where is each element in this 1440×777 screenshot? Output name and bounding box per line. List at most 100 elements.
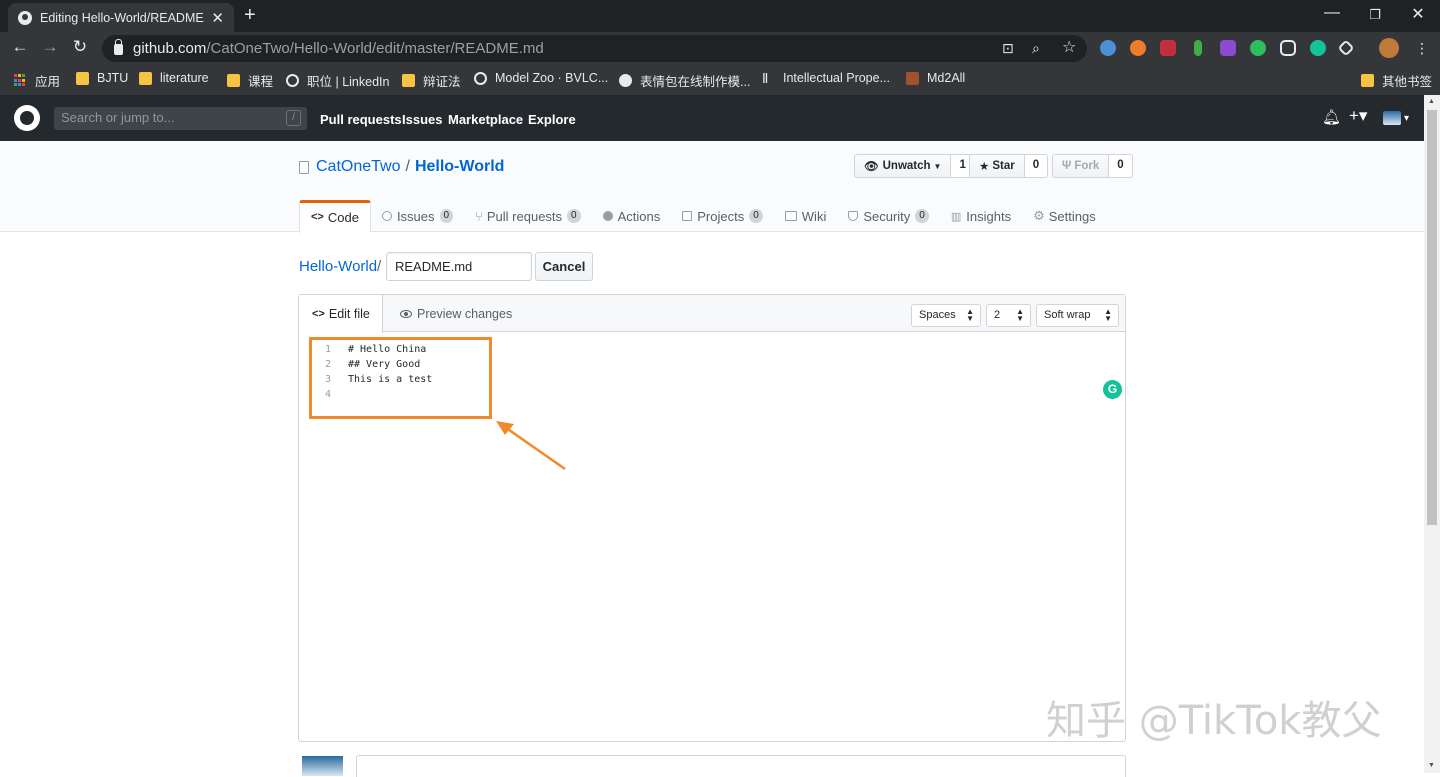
github-logo-icon[interactable]: [14, 105, 40, 131]
star-button[interactable]: ★ Star: [969, 154, 1025, 178]
translate-icon[interactable]: ⊡: [1002, 40, 1014, 57]
create-new-icon[interactable]: +▾: [1349, 106, 1367, 126]
tab-label: Settings: [1048, 208, 1096, 224]
bookmark-star-icon[interactable]: ☆: [1062, 37, 1076, 57]
nav-issues[interactable]: Issues: [402, 112, 442, 127]
grammarly-icon[interactable]: G: [1103, 380, 1122, 399]
code-icon: <>: [311, 211, 324, 223]
folder-icon: [139, 71, 152, 85]
editor-toolbar: <> Edit file Preview changes Spaces ▲ ▼ 2…: [299, 295, 1125, 333]
search-placeholder: Search or jump to...: [61, 110, 175, 125]
bookmark-label: 课程: [248, 75, 274, 89]
select-value: Spaces: [919, 309, 956, 321]
bookmark-literature[interactable]: literature: [139, 71, 209, 85]
page-scrollbar[interactable]: ▲ ▼: [1424, 95, 1440, 773]
extension-arrow-icon[interactable]: [1194, 40, 1202, 56]
globe-icon: [286, 74, 299, 87]
forward-icon[interactable]: →: [39, 37, 61, 57]
nav-explore[interactable]: Explore: [528, 112, 576, 127]
evernote-icon[interactable]: [1250, 40, 1266, 56]
bookmark-apps[interactable]: 应用: [14, 71, 60, 90]
bookmark-label: BJTU: [97, 71, 129, 85]
menu-dots-icon[interactable]: ⋮: [1415, 40, 1429, 57]
tab-settings[interactable]: ⚙ Settings: [1022, 200, 1107, 232]
bookmark-md2all[interactable]: Md2All: [906, 71, 965, 85]
tab-actions[interactable]: Actions: [592, 200, 672, 232]
bookmark-bjtu[interactable]: BJTU: [76, 71, 128, 85]
zoom-icon[interactable]: ⌕: [1032, 40, 1040, 57]
extension-red-icon[interactable]: [1160, 40, 1176, 56]
wrap-mode-select[interactable]: Soft wrap ▲ ▼: [1036, 304, 1119, 327]
tab-issues[interactable]: Issues 0: [371, 200, 464, 232]
reload-icon[interactable]: ↻: [69, 37, 91, 57]
fork-button[interactable]: Ψ Fork: [1052, 154, 1110, 178]
emoji-icon: [619, 74, 632, 87]
indent-size-select[interactable]: 2 ▲ ▼: [986, 304, 1031, 327]
onenote-icon[interactable]: [1220, 40, 1236, 56]
bookmark-courses[interactable]: 课程: [227, 71, 273, 90]
window-close-icon[interactable]: ✕: [1398, 4, 1438, 24]
extension-compass-icon[interactable]: [1100, 40, 1116, 56]
repo-header: CatOneTwo / Hello-World 👁︎ Unwatch ▼ 1 ★…: [0, 141, 1424, 233]
tab-edit-file[interactable]: <> Edit file: [299, 295, 383, 333]
restore-icon[interactable]: ❐: [1355, 7, 1395, 23]
browser-tab[interactable]: Editing Hello-World/README. ✕: [8, 3, 234, 32]
highlight-box: [309, 337, 492, 419]
close-tab-icon[interactable]: ✕: [211, 9, 224, 27]
select-arrows-icon: ▲ ▼: [1016, 307, 1024, 323]
tab-preview-changes[interactable]: Preview changes: [400, 307, 512, 321]
eye-icon: 👁︎: [864, 161, 879, 173]
repo-owner-link[interactable]: CatOneTwo: [316, 158, 400, 176]
search-input[interactable]: Search or jump to... /: [54, 107, 307, 130]
address-bar[interactable]: github.com /CatOneTwo/Hello-World/edit/m…: [102, 35, 1087, 62]
breadcrumb-repo-link[interactable]: Hello-World: [299, 258, 377, 275]
tab-security[interactable]: Security 0: [837, 200, 940, 232]
fork-count[interactable]: 0: [1109, 154, 1133, 178]
tab-label: Insights: [966, 208, 1012, 224]
scroll-up-icon[interactable]: ▲: [1428, 98, 1435, 105]
star-count[interactable]: 0: [1024, 154, 1049, 178]
bookmark-label: 应用: [35, 75, 61, 89]
profile-avatar[interactable]: [1379, 38, 1399, 58]
bookmark-label: Intellectual Prope...: [783, 71, 891, 85]
project-icon: [682, 211, 693, 221]
tab-label: Wiki: [801, 208, 827, 224]
tab-code[interactable]: <> Code: [299, 200, 371, 233]
cancel-button[interactable]: Cancel: [535, 252, 593, 281]
nav-pull-requests[interactable]: Pull requests: [320, 112, 402, 127]
pocket-icon[interactable]: [1280, 40, 1296, 56]
bookmark-model-zoo[interactable]: Model Zoo · BVLC...: [474, 71, 608, 85]
select-value: Soft wrap: [1044, 309, 1091, 321]
repo-name-link[interactable]: Hello-World: [415, 158, 504, 176]
unwatch-button[interactable]: 👁︎ Unwatch ▼: [854, 154, 952, 178]
bookmark-intellectual-property[interactable]: Ⅱ Intellectual Prope...: [762, 71, 890, 85]
bookmark-emoji-maker[interactable]: 表情包在线制作模...: [619, 71, 750, 90]
indent-mode-select[interactable]: Spaces ▲ ▼: [911, 304, 981, 327]
tab-counter: 0: [439, 209, 454, 223]
bookmark-label: 表情包在线制作模...: [640, 75, 751, 89]
bookmark-linkedin[interactable]: 职位 | LinkedIn: [286, 71, 389, 90]
tab-wiki[interactable]: Wiki: [774, 200, 838, 232]
grammarly-extension-icon[interactable]: [1310, 40, 1326, 56]
fork-label: Fork: [1074, 160, 1100, 172]
scrollbar-thumb[interactable]: [1427, 110, 1437, 525]
minimize-icon[interactable]: —: [1312, 4, 1352, 22]
tab-insights[interactable]: ▥ Insights: [940, 200, 1022, 232]
chevron-down-icon[interactable]: ▾: [1404, 113, 1409, 124]
tab-projects[interactable]: Projects 0: [671, 200, 774, 232]
notifications-bell-icon[interactable]: 🔔︎: [1322, 108, 1341, 126]
filename-input[interactable]: [386, 252, 532, 281]
scroll-down-icon[interactable]: ▼: [1428, 762, 1435, 769]
tab-counter: 0: [749, 209, 763, 223]
tab-label: Projects: [697, 208, 745, 224]
tab-pull-requests[interactable]: ⑂ Pull requests 0: [464, 200, 592, 232]
user-avatar[interactable]: [1383, 111, 1401, 125]
back-icon[interactable]: ←: [9, 37, 31, 57]
new-tab-icon[interactable]: +: [244, 4, 256, 27]
bookmark-dialectics[interactable]: 辩证法: [402, 71, 461, 90]
bookmark-other[interactable]: 其他书签: [1361, 71, 1432, 90]
extension-infinity-icon[interactable]: [1130, 40, 1146, 56]
nav-marketplace[interactable]: Marketplace: [448, 112, 523, 127]
code-icon: <>: [312, 308, 325, 320]
bookmark-label: 辩证法: [423, 75, 461, 89]
